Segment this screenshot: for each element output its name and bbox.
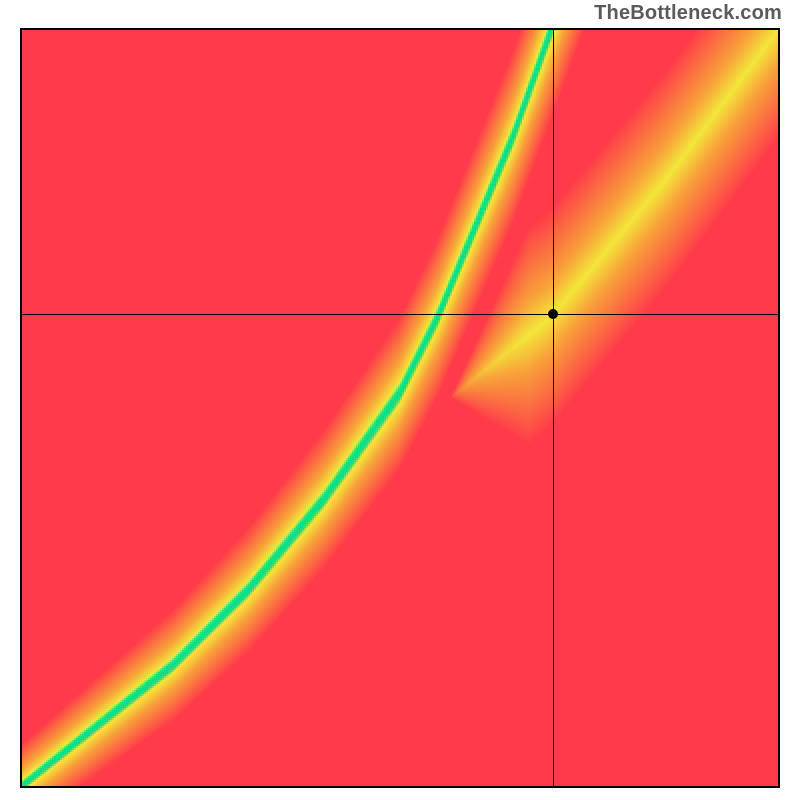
plot-area xyxy=(20,28,780,788)
heatmap-canvas xyxy=(22,30,778,786)
watermark-text: TheBottleneck.com xyxy=(594,2,782,25)
chart-container: TheBottleneck.com xyxy=(0,0,800,800)
